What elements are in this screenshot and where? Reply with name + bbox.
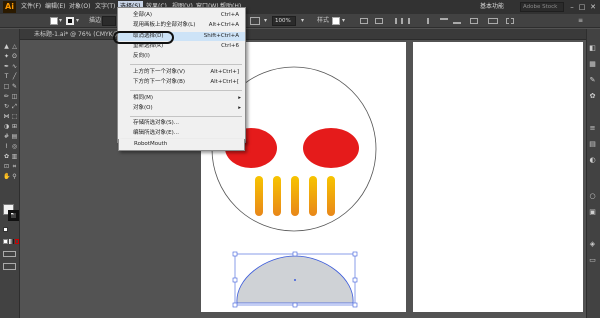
menu-item-next-object-below[interactable]: 下方的下一个对象(B) Alt+Ctrl+[ — [118, 78, 245, 87]
tooth[interactable] — [327, 176, 335, 216]
tooth[interactable] — [273, 176, 281, 216]
submenu-arrow-icon: ▸ — [238, 105, 241, 111]
resize-handle[interactable] — [352, 277, 358, 283]
select-menu-saved-section: RobotMouth — [118, 139, 245, 151]
right-eye[interactable] — [303, 128, 359, 168]
resize-handle[interactable] — [232, 302, 238, 308]
menu-item-save-selection[interactable]: 存储所选对象(S)... — [118, 119, 245, 128]
tooth[interactable] — [309, 176, 317, 216]
menu-item-object[interactable]: 对象(O) ▸ — [118, 104, 245, 113]
menu-item-inverse[interactable]: 反向(I) — [118, 52, 245, 61]
artwork-layer — [211, 66, 377, 308]
resize-handle[interactable] — [232, 251, 238, 257]
menu-item-next-object-above[interactable]: 上方的下一个对象(V) Alt+Ctrl+] — [118, 68, 245, 77]
tooth[interactable] — [255, 176, 263, 216]
annotation-highlight-oval — [113, 31, 174, 44]
resize-handle[interactable] — [292, 302, 298, 308]
submenu-arrow-icon: ▸ — [238, 95, 241, 101]
menu-item-edit-selection[interactable]: 编辑所选对象(E)... — [118, 129, 245, 138]
resize-handle[interactable] — [352, 302, 358, 308]
tooth[interactable] — [291, 176, 299, 216]
menu-item-same[interactable]: 相同(M) ▸ — [118, 94, 245, 103]
select-menu-dropdown: 全部(A) Ctrl+A 现用画板上的全部对象(L) Alt+Ctrl+A 取消选择… — [117, 7, 246, 143]
menu-item-robotmouth[interactable]: RobotMouth — [119, 140, 246, 149]
resize-handle[interactable] — [292, 251, 298, 257]
menu-separator — [130, 64, 242, 65]
menu-item-select-all-on-artboard[interactable]: 现用画板上的全部对象(L) Alt+Ctrl+A — [118, 21, 245, 30]
menu-separator — [130, 90, 242, 91]
center-point — [294, 279, 296, 281]
menu-separator — [130, 116, 242, 117]
menu-item-select-all[interactable]: 全部(A) Ctrl+A — [118, 11, 245, 20]
resize-handle[interactable] — [232, 277, 238, 283]
resize-handle[interactable] — [352, 251, 358, 257]
